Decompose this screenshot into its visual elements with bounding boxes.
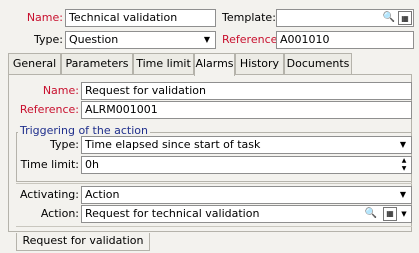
trigger-type-select[interactable]: Time elapsed since start of task ▼ — [81, 136, 412, 154]
reference-label: Reference: — [222, 33, 282, 46]
alarm-reference-field[interactable]: ALRM001001 — [81, 101, 412, 119]
type-label: Type: — [34, 33, 63, 46]
divider — [16, 226, 412, 227]
tab-history[interactable]: History — [235, 53, 284, 74]
search-icon[interactable]: 🔍 — [365, 206, 377, 222]
alarm-name-label: Name: — [42, 84, 79, 97]
search-icon[interactable]: 🔍 — [383, 10, 395, 26]
type-value: Question — [69, 33, 119, 46]
template-label: Template: — [222, 11, 276, 24]
activating-select[interactable]: Action ▼ — [81, 186, 412, 204]
trigger-type-value: Time elapsed since start of task — [85, 138, 261, 151]
type-select[interactable]: Question ▼ — [65, 31, 216, 49]
tab-time-limit[interactable]: Time limit — [133, 53, 194, 74]
name-label: Name: — [26, 11, 63, 24]
action-value: Request for technical validation — [85, 207, 260, 220]
tab-documents[interactable]: Documents — [284, 53, 352, 74]
divider — [16, 183, 412, 184]
time-limit-spinner[interactable]: 0h ▲ ▼ — [81, 156, 412, 174]
chevron-down-icon[interactable]: ▼ — [201, 33, 213, 47]
template-field[interactable]: 🔍 ▦ — [276, 9, 414, 27]
name-field[interactable]: Technical validation — [65, 9, 216, 27]
chevron-down-icon[interactable]: ▼ — [399, 207, 409, 221]
alarm-name-field[interactable]: Request for validation — [81, 82, 412, 100]
time-limit-value: 0h — [85, 158, 99, 171]
spin-arrows-icon[interactable]: ▲ ▼ — [399, 157, 409, 173]
action-label: Action: — [40, 207, 79, 220]
trigger-type-label: Type: — [50, 138, 79, 151]
list-icon[interactable]: ▦ — [398, 11, 412, 25]
alarm-reference-label: Reference: — [19, 103, 79, 116]
activating-label: Activating: — [19, 188, 79, 201]
activating-value: Action — [85, 188, 120, 201]
tab-alarms[interactable]: Alarms — [194, 53, 235, 76]
chevron-down-icon[interactable]: ▼ — [397, 188, 409, 202]
tab-parameters[interactable]: Parameters — [61, 53, 133, 74]
list-icon[interactable]: ▦ — [383, 207, 397, 221]
reference-field[interactable]: A001010 — [276, 31, 414, 49]
time-limit-label: Time limit: — [20, 158, 79, 171]
chevron-down-icon[interactable]: ▼ — [397, 138, 409, 152]
action-field[interactable]: Request for technical validation 🔍 ▦ ▼ — [81, 205, 412, 223]
tab-general[interactable]: General — [8, 53, 61, 74]
tab-request-for-validation[interactable]: Request for validation — [16, 233, 150, 251]
